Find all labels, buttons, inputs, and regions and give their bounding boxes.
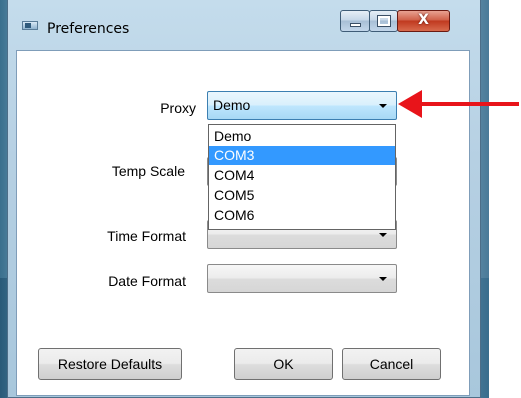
time-format-label: Time Format [107, 228, 186, 244]
annotation-arrow-shaft [420, 102, 519, 106]
close-button[interactable]: X [397, 10, 450, 32]
chevron-down-icon[interactable] [379, 104, 387, 108]
chevron-down-icon[interactable] [379, 233, 387, 237]
ok-button[interactable]: OK [234, 348, 333, 380]
proxy-combobox[interactable]: Demo [207, 91, 397, 120]
maximize-icon [377, 15, 391, 27]
title-bar[interactable]: Preferences X [8, 0, 480, 42]
annotation-arrow-head-icon [398, 90, 422, 118]
dropdown-option-demo[interactable]: Demo [209, 127, 395, 146]
dropdown-option-com4[interactable]: COM4 [209, 166, 395, 185]
proxy-dropdown-list: Demo COM3 COM4 COM5 COM6 [208, 124, 396, 230]
dropdown-option-com3[interactable]: COM3 [209, 146, 395, 165]
proxy-selected-value: Demo [213, 97, 251, 113]
restore-defaults-button[interactable]: Restore Defaults [38, 348, 182, 380]
minimize-button[interactable] [340, 10, 370, 32]
temp-scale-label: Temp Scale [111, 163, 185, 179]
dropdown-option-com5[interactable]: COM5 [209, 186, 395, 205]
proxy-label: Proxy [160, 100, 196, 116]
chevron-down-icon[interactable] [379, 277, 387, 281]
app-window-icon [22, 21, 38, 30]
close-icon: X [418, 12, 429, 28]
minimize-icon [350, 23, 361, 27]
window-title: Preferences [47, 21, 130, 37]
date-format-combobox[interactable] [207, 264, 397, 293]
date-format-label: Date Format [108, 273, 186, 289]
dropdown-option-com6[interactable]: COM6 [209, 206, 395, 225]
cancel-button[interactable]: Cancel [342, 348, 441, 380]
maximize-button[interactable] [369, 10, 398, 32]
